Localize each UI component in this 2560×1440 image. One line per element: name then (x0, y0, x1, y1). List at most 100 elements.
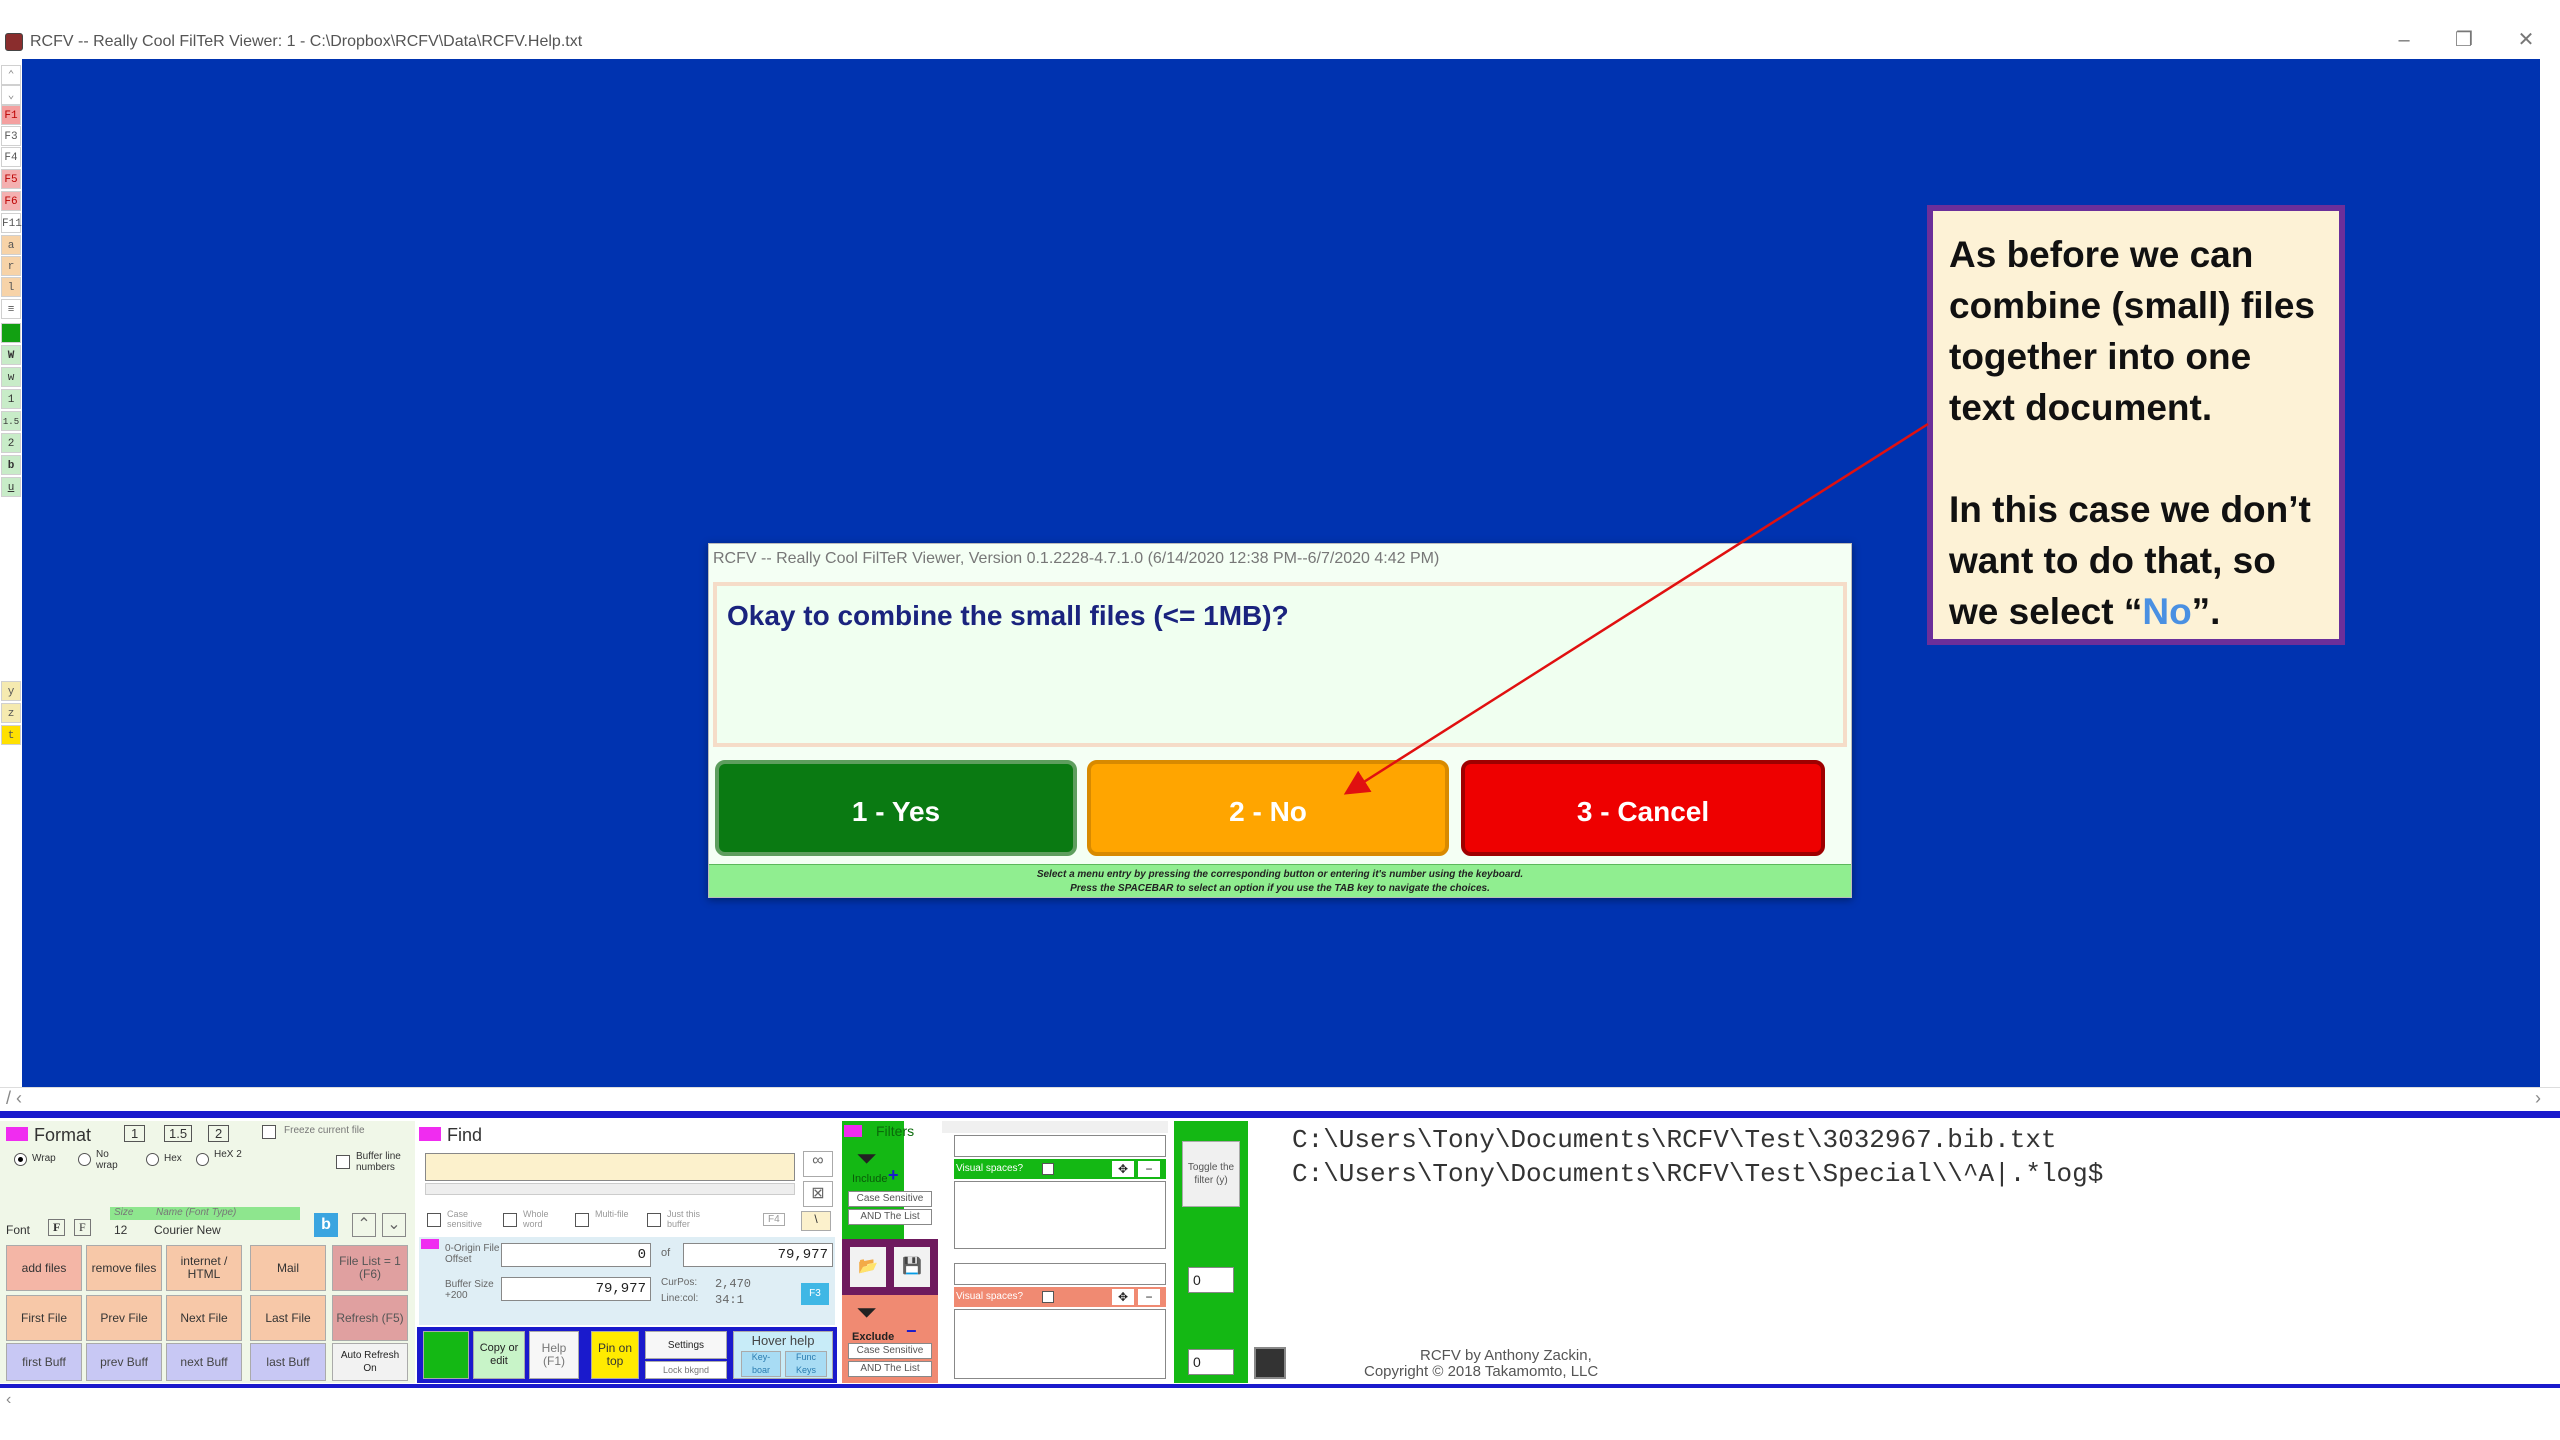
strip-2[interactable]: 2 (1, 433, 21, 453)
find-input-scrollbar[interactable] (425, 1183, 795, 1195)
buffer-line-numbers-checkbox[interactable] (336, 1155, 350, 1169)
next-file-button[interactable]: Next File (166, 1295, 242, 1341)
minimize-button[interactable]: – (2384, 26, 2424, 54)
strip-f1[interactable]: F1 (1, 105, 21, 125)
settings-button[interactable]: Settings (645, 1331, 727, 1359)
file-path-1[interactable]: C:\Users\Tony\Documents\RCFV\Test\303296… (1292, 1125, 2057, 1155)
multi-file-checkbox[interactable] (575, 1213, 589, 1227)
vertical-scrollbar[interactable] (2540, 59, 2560, 1087)
include-add-icon[interactable]: + (888, 1165, 899, 1186)
first-file-button[interactable]: First File (6, 1295, 82, 1341)
func-keys-button[interactable]: Func Keys (785, 1351, 827, 1377)
open-file-icon[interactable]: 📂 (850, 1247, 886, 1287)
strip-a[interactable]: a (1, 235, 21, 255)
last-buff-button[interactable]: last Buff (250, 1343, 326, 1381)
binoculars-icon[interactable]: ∞ (803, 1151, 833, 1177)
horizontal-scrollbar[interactable]: / ‹ › (0, 1087, 2560, 1111)
strip-f3[interactable]: F3 (1, 126, 21, 146)
strip-1[interactable]: 1 (1, 389, 21, 409)
green-action-button[interactable] (423, 1331, 469, 1379)
file-path-2[interactable]: C:\Users\Tony\Documents\RCFV\Test\Specia… (1292, 1159, 2103, 1189)
exclude-minus-icon[interactable]: − (1138, 1289, 1160, 1305)
buffer-size-value[interactable]: 79,977 (501, 1277, 651, 1301)
strip-green-block[interactable] (1, 323, 21, 343)
pin-on-top-button[interactable]: Pin on top (591, 1331, 639, 1379)
filter-color-tabs[interactable] (942, 1121, 1168, 1133)
strip-f6[interactable]: F6 (1, 191, 21, 211)
auto-refresh-button[interactable]: Auto Refresh On (332, 1343, 408, 1381)
restore-button[interactable]: ❐ (2444, 26, 2484, 54)
strip-z[interactable]: z (1, 703, 21, 723)
strip-t[interactable]: t (1, 725, 21, 745)
copy-edit-button[interactable]: Copy or edit (473, 1331, 525, 1379)
include-filter-input[interactable] (954, 1135, 1166, 1157)
include-counter[interactable]: 0 (1188, 1267, 1234, 1293)
strip-y[interactable]: y (1, 681, 21, 701)
font-name-value[interactable]: Courier New (154, 1223, 221, 1237)
include-funnel-icon[interactable]: ⏷ (856, 1143, 877, 1175)
include-and-list[interactable]: AND The List (848, 1209, 932, 1225)
cancel-button[interactable]: 3 - Cancel (1461, 760, 1825, 856)
close-button[interactable]: ✕ (2506, 26, 2546, 54)
case-sensitive-checkbox[interactable] (427, 1213, 441, 1227)
font-bold-icon[interactable]: F (48, 1219, 66, 1236)
refresh-button[interactable]: Refresh (F5) (332, 1295, 408, 1341)
prev-buff-button[interactable]: prev Buff (86, 1343, 162, 1381)
font-up-icon[interactable]: ⌃ (352, 1213, 376, 1237)
include-case-sensitive[interactable]: Case Sensitive (848, 1191, 932, 1207)
font-size-value[interactable]: 12 (114, 1223, 127, 1237)
clear-find-icon[interactable]: ⊠ (803, 1181, 833, 1207)
exclude-filter-list[interactable] (954, 1309, 1166, 1379)
exclude-filter-input[interactable] (954, 1263, 1166, 1285)
strip-W[interactable]: W (1, 345, 21, 365)
wrap-radio[interactable] (14, 1153, 27, 1166)
add-files-button[interactable]: add files (6, 1245, 82, 1291)
clear-icon[interactable]: \ (801, 1211, 831, 1231)
exclude-move-icon[interactable]: ✥ (1112, 1289, 1134, 1305)
remove-files-button[interactable]: remove files (86, 1245, 162, 1291)
scroll-right-icon[interactable]: › (2535, 1088, 2541, 1109)
f3-button[interactable]: F3 (801, 1283, 829, 1305)
next-buff-button[interactable]: next Buff (166, 1343, 242, 1381)
include-minus-icon[interactable]: − (1138, 1161, 1160, 1177)
spacing-1-button[interactable]: 1 (124, 1125, 146, 1142)
file-list-button[interactable]: File List = 1 (F6) (332, 1245, 408, 1291)
just-buffer-checkbox[interactable] (647, 1213, 661, 1227)
scroll-up-icon[interactable]: ⌃ (1, 65, 21, 85)
f4-button[interactable]: F4 (763, 1213, 785, 1226)
freeze-checkbox[interactable] (262, 1125, 276, 1139)
origin-value[interactable]: 0 (501, 1243, 651, 1267)
save-file-icon[interactable]: 💾 (894, 1247, 930, 1287)
include-filter-list[interactable] (954, 1181, 1166, 1249)
exclude-funnel-icon[interactable]: ⏷ (856, 1297, 877, 1329)
strip-u[interactable]: u (1, 477, 21, 497)
last-file-button[interactable]: Last File (250, 1295, 326, 1341)
exclude-and-list[interactable]: AND The List (848, 1361, 932, 1377)
exclude-counter[interactable]: 0 (1188, 1349, 1234, 1375)
mail-button[interactable]: Mail (250, 1245, 326, 1291)
prev-file-button[interactable]: Prev File (86, 1295, 162, 1341)
strip-r[interactable]: r (1, 256, 21, 276)
toggle-filter-button[interactable]: Toggle the filter (y) (1182, 1141, 1240, 1207)
first-buff-button[interactable]: first Buff (6, 1343, 82, 1381)
exclude-visual-spaces-checkbox[interactable] (1042, 1291, 1054, 1303)
strip-w[interactable]: w (1, 367, 21, 387)
keyboard-button[interactable]: Key-boar (741, 1351, 781, 1377)
spacing-2-button[interactable]: 2 (208, 1125, 230, 1142)
scroll-down-icon[interactable]: ⌄ (1, 85, 21, 105)
stop-icon[interactable] (1254, 1347, 1286, 1379)
find-input[interactable] (425, 1153, 795, 1181)
include-move-icon[interactable]: ✥ (1112, 1161, 1134, 1177)
strip-f5[interactable]: F5 (1, 169, 21, 189)
strip-f4[interactable]: F4 (1, 147, 21, 167)
exclude-remove-icon[interactable]: − (906, 1321, 917, 1342)
bold-toggle-icon[interactable]: b (314, 1213, 338, 1237)
spacing-1-5-button[interactable]: 1.5 (164, 1125, 193, 1142)
include-visual-spaces-checkbox[interactable] (1042, 1163, 1054, 1175)
no-button[interactable]: 2 - No (1087, 760, 1449, 856)
font-normal-icon[interactable]: F (74, 1219, 91, 1236)
scroll-left-icon[interactable]: / ‹ (6, 1088, 22, 1109)
exclude-case-sensitive[interactable]: Case Sensitive (848, 1343, 932, 1359)
strip-justify[interactable]: ≡ (1, 299, 21, 319)
lock-bkgnd-button[interactable]: Lock bkgnd (645, 1361, 727, 1379)
